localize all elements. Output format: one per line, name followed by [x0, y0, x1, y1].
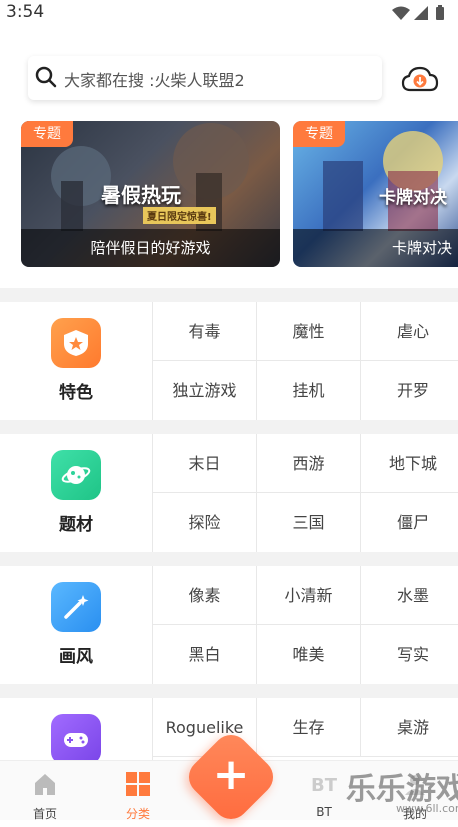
tag-item[interactable]: 末日	[153, 434, 257, 493]
tag-item[interactable]: 像素	[153, 566, 257, 625]
category-header[interactable]	[0, 698, 152, 760]
tag-item[interactable]: 独立游戏	[153, 361, 257, 420]
banner-art-title: 卡牌对决	[379, 188, 447, 208]
tag-item[interactable]: 小清新	[257, 566, 361, 625]
tag-item[interactable]: 生存	[257, 698, 361, 757]
tag-item[interactable]: 三国	[257, 493, 361, 552]
tag-item[interactable]: 开罗	[361, 361, 458, 420]
tag-item[interactable]: 黑白	[153, 625, 257, 684]
shield-star-icon	[51, 318, 101, 368]
watermark-url: www.6ll.com	[396, 802, 458, 815]
tag-item[interactable]: 僵尸	[361, 493, 458, 552]
magic-wand-icon	[51, 582, 101, 632]
category-header[interactable]: 画风	[0, 566, 152, 684]
search-bar[interactable]: 大家都在搜 :火柴人联盟2	[28, 56, 382, 100]
section-divider	[0, 288, 458, 302]
tag-item[interactable]: 地下城	[361, 434, 458, 493]
tag-item[interactable]: 西游	[257, 434, 361, 493]
tab-label: 分类	[125, 807, 150, 821]
tab-label: 首页	[32, 807, 57, 821]
tag-item[interactable]: 探险	[153, 493, 257, 552]
grid-icon	[126, 772, 150, 796]
tab-home[interactable]: 首页	[0, 761, 90, 821]
tag-item[interactable]: 挂机	[257, 361, 361, 420]
tag-item[interactable]: 虐心	[361, 302, 458, 361]
category-features: 特色 有毒 魔性 虐心 独立游戏 挂机 开罗	[0, 302, 458, 420]
category-title: 题材	[59, 515, 93, 535]
search-placeholder: 大家都在搜 :火柴人联盟2	[64, 71, 245, 90]
search-icon	[35, 66, 57, 88]
status-time: 3:54	[6, 2, 45, 22]
topic-tag: 专题	[293, 121, 345, 147]
plus-icon[interactable]: +	[196, 742, 266, 812]
category-header[interactable]: 特色	[0, 302, 152, 420]
section-divider	[0, 420, 458, 434]
banner-summer-games[interactable]: 暑假热玩 夏日限定惊喜! 专题 陪伴假日的好游戏	[21, 121, 280, 267]
tag-item[interactable]: 写实	[361, 625, 458, 684]
category-title: 画风	[59, 647, 93, 667]
tag-item[interactable]: 唯美	[257, 625, 361, 684]
tag-item[interactable]: 魔性	[257, 302, 361, 361]
tag-grid: 有毒 魔性 虐心 独立游戏 挂机 开罗	[152, 302, 458, 420]
gamepad-icon	[51, 714, 101, 760]
category-themes: 题材 末日 西游 地下城 探险 三国 僵尸	[0, 434, 458, 552]
section-divider	[0, 684, 458, 698]
tag-item[interactable]: 有毒	[153, 302, 257, 361]
banner-caption: 卡牌对决	[293, 229, 458, 267]
signal-battery-icon	[392, 5, 444, 20]
category-title: 特色	[59, 383, 93, 403]
tab-category[interactable]: 分类	[93, 761, 183, 821]
watermark-logo: 乐乐游戏 www.6ll.com	[304, 764, 458, 820]
banner-caption: 陪伴假日的好游戏	[21, 229, 280, 267]
home-icon	[35, 774, 55, 795]
banner-art-title: 暑假热玩	[101, 183, 181, 207]
status-bar: 3:54	[0, 0, 458, 26]
tag-grid: 末日 西游 地下城 探险 三国 僵尸	[152, 434, 458, 552]
banner-card-battle[interactable]: 卡牌对决 专题 卡牌对决	[293, 121, 458, 267]
tag-item[interactable]: 水墨	[361, 566, 458, 625]
planet-icon	[51, 450, 101, 500]
cloud-download-icon[interactable]	[401, 64, 439, 94]
tag-grid: 像素 小清新 水墨 黑白 唯美 写实	[152, 566, 458, 684]
tag-item[interactable]: 桌游	[361, 698, 458, 757]
section-divider	[0, 552, 458, 566]
topic-tag: 专题	[21, 121, 73, 147]
category-header[interactable]: 题材	[0, 434, 152, 552]
category-art-style: 画风 像素 小清新 水墨 黑白 唯美 写实	[0, 566, 458, 684]
banner-art-subtitle: 夏日限定惊喜!	[143, 207, 216, 224]
